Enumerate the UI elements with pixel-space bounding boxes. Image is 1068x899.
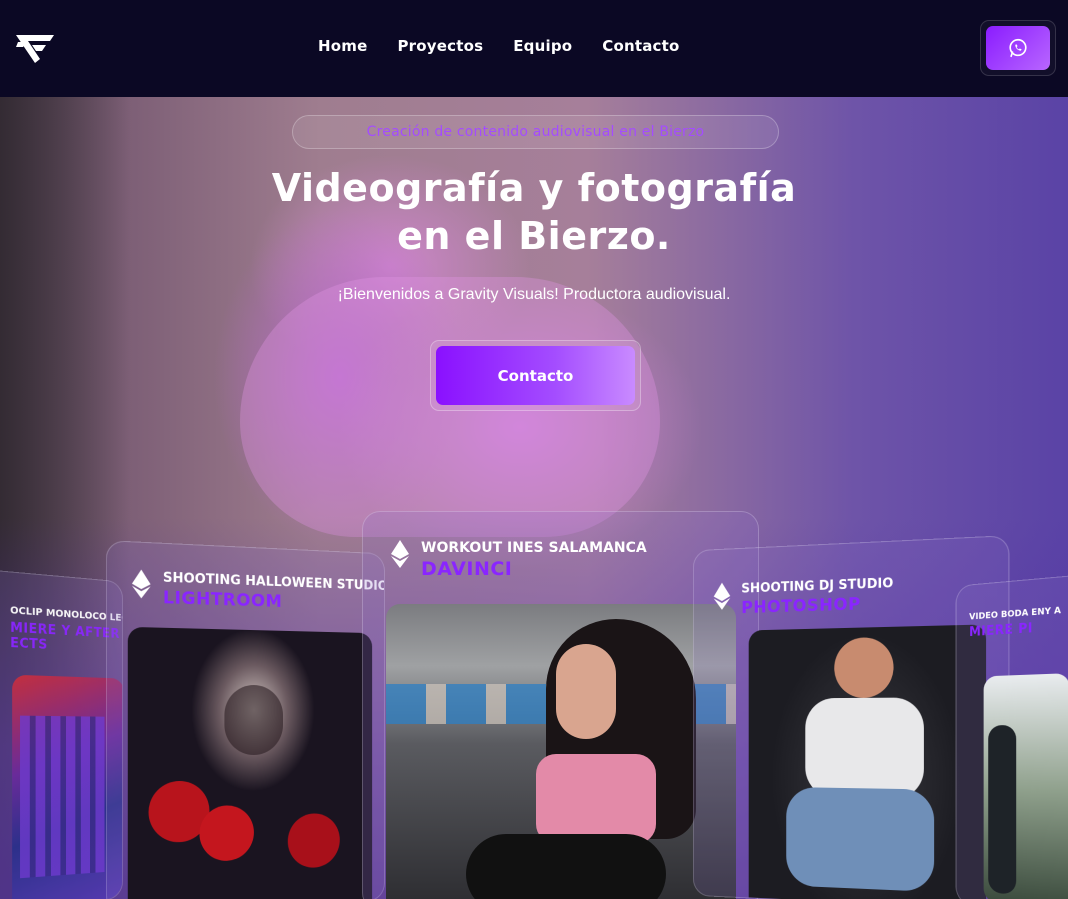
navbar: Home Proyectos Equipo Contacto <box>0 0 1068 97</box>
hero-badge-text: Creación de contenido audiovisual en el … <box>367 124 705 140</box>
hero-title-line2: en el Bierzo. <box>397 214 671 258</box>
card-photo <box>749 624 986 899</box>
card-title: VIDEO BODA ENY A <box>969 606 1061 622</box>
ethereum-icon <box>391 540 409 568</box>
whatsapp-button-frame <box>980 20 1056 76</box>
card-header: SHOOTING HALLOWEEN STUDIO LIGHTROOM <box>132 569 385 615</box>
contacto-cta-button[interactable]: Contacto <box>436 346 635 405</box>
cta-label: Contacto <box>498 367 574 385</box>
ethereum-icon <box>714 582 730 610</box>
project-card-boda[interactable]: VIDEO BODA ENY A MIERE PI <box>956 574 1068 899</box>
card-photo <box>386 604 736 899</box>
nav-equipo[interactable]: Equipo <box>513 37 572 55</box>
nav-contacto[interactable]: Contacto <box>602 37 679 55</box>
hero-subtitle: ¡Bienvenidos a Gravity Visuals! Producto… <box>0 286 1068 304</box>
card-photo <box>984 673 1068 899</box>
hero-badge: Creación de contenido audiovisual en el … <box>292 115 779 149</box>
project-card-videoclip[interactable]: OCLIP MONOLOCO LEÓN MIERE Y AFTER ECTS <box>0 568 123 899</box>
card-header: WORKOUT INES SALAMANCA DAVINCI <box>391 540 647 580</box>
project-card-halloween[interactable]: SHOOTING HALLOWEEN STUDIO LIGHTROOM <box>106 540 385 899</box>
cta-frame: Contacto <box>430 340 641 411</box>
nav-home[interactable]: Home <box>318 37 367 55</box>
card-photo <box>128 627 372 899</box>
whatsapp-icon <box>1007 37 1029 59</box>
hero-title: Videografía y fotografía en el Bierzo. <box>0 164 1068 260</box>
ethereum-icon <box>132 569 151 599</box>
card-header: SHOOTING DJ STUDIO PHOTOSHOP <box>714 576 894 619</box>
card-tool-line2: ECTS <box>10 636 48 653</box>
nav-proyectos[interactable]: Proyectos <box>397 37 483 55</box>
card-tool: PHOTOSHOP <box>741 593 893 618</box>
card-tool: DAVINCI <box>421 558 647 580</box>
gravity-logo[interactable] <box>14 29 56 65</box>
main-nav: Home Proyectos Equipo Contacto <box>318 37 710 55</box>
card-title: WORKOUT INES SALAMANCA <box>421 540 647 556</box>
card-header: VIDEO BODA ENY A MIERE PI <box>969 606 1061 640</box>
card-tool: MIERE PI <box>969 621 1033 640</box>
hero-title-line1: Videografía y fotografía <box>272 166 797 210</box>
whatsapp-button[interactable] <box>986 26 1050 70</box>
